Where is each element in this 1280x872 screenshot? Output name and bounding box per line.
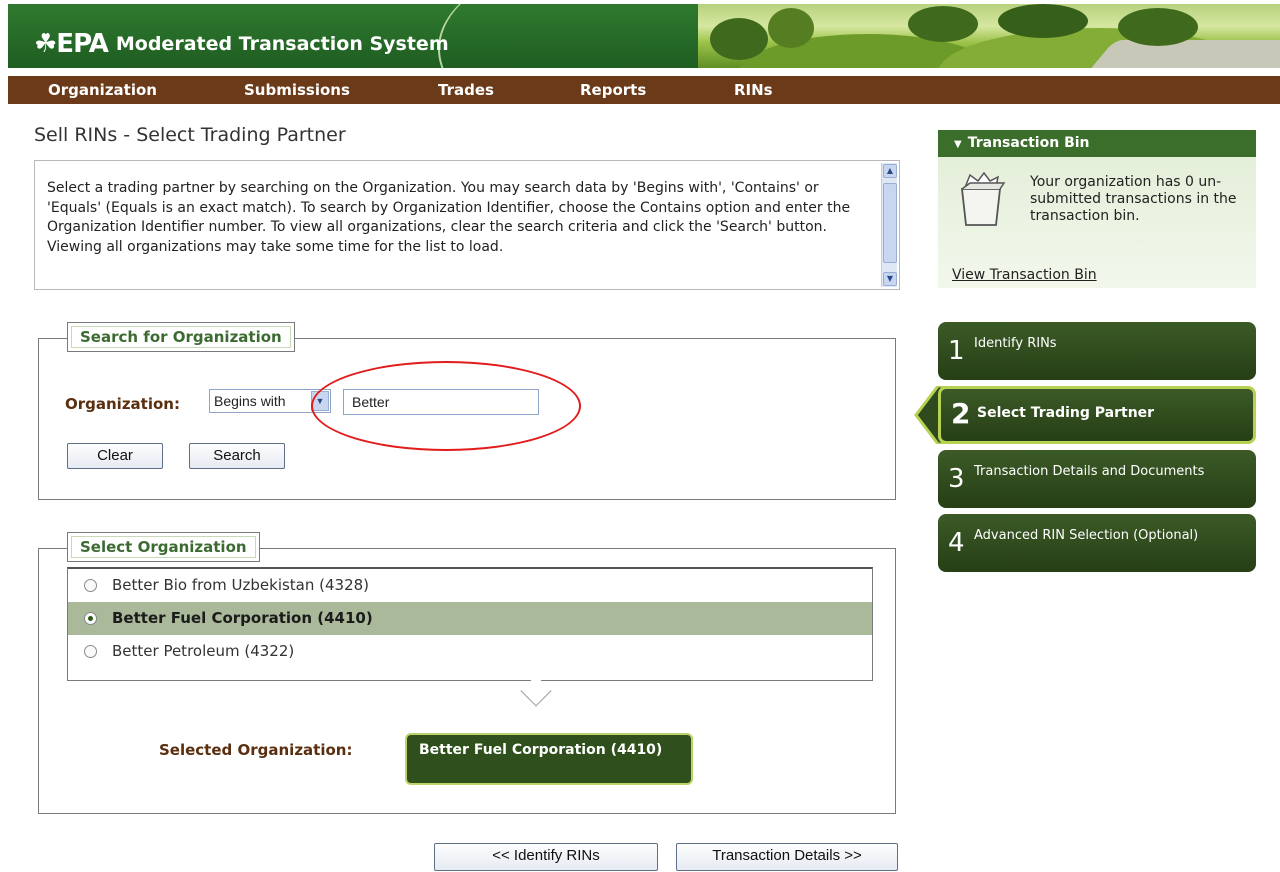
instructions-scrollbar[interactable]: ▲ ▼: [881, 163, 897, 287]
organization-label: Organization:: [65, 395, 180, 413]
bin-box-icon: [960, 171, 1006, 226]
organization-option-label: Better Bio from Uzbekistan (4328): [112, 576, 370, 594]
nav-reports[interactable]: Reports: [580, 81, 646, 99]
organization-option[interactable]: Better Petroleum (4322): [68, 635, 872, 668]
match-mode-value: Begins with: [214, 393, 286, 409]
search-organization-fieldset: Search for Organization Organization: Be…: [38, 322, 896, 500]
transaction-bin-title: Transaction Bin: [967, 135, 1090, 151]
step-label: Select Trading Partner: [977, 405, 1155, 421]
step-label: Identify RINs: [974, 336, 1057, 351]
epa-logo[interactable]: ☘EPA Moderated Transaction System: [34, 24, 449, 64]
step-select-trading-partner[interactable]: 2 Select Trading Partner: [938, 386, 1256, 444]
radio-button[interactable]: [84, 645, 97, 658]
app-title: Moderated Transaction System: [115, 33, 449, 55]
step-number: 2: [951, 397, 971, 430]
organization-list: Better Bio from Uzbekistan (4328) Better…: [67, 567, 873, 681]
step-identify-rins[interactable]: 1 Identify RINs: [938, 322, 1256, 380]
scroll-thumb[interactable]: [883, 183, 897, 263]
instructions-text: Select a trading partner by searching on…: [47, 180, 851, 255]
step-transaction-details[interactable]: 3 Transaction Details and Documents: [938, 450, 1256, 508]
transaction-bin-header[interactable]: ▼ Transaction Bin: [938, 130, 1256, 157]
select-organization-fieldset: Select Organization Better Bio from Uzbe…: [38, 532, 896, 814]
selected-organization-value: Better Fuel Corporation (4410): [405, 733, 693, 785]
scroll-down-arrow-icon[interactable]: ▼: [883, 272, 897, 286]
highlight-circle-annotation: [311, 361, 581, 451]
page-title: Sell RINs - Select Trading Partner: [34, 124, 346, 146]
radio-button-checked[interactable]: [84, 612, 97, 625]
step-advanced-rin-selection[interactable]: 4 Advanced RIN Selection (Optional): [938, 514, 1256, 572]
transaction-bin-body: Your organization has 0 un-submitted tra…: [938, 157, 1256, 288]
search-legend: Search for Organization: [67, 322, 295, 352]
step-label: Advanced RIN Selection (Optional): [974, 528, 1199, 543]
organization-option-selected[interactable]: Better Fuel Corporation (4410): [68, 602, 872, 635]
main-nav: Organization Submissions Trades Reports …: [8, 76, 1280, 104]
organization-option-label: Better Fuel Corporation (4410): [112, 609, 373, 627]
nav-submissions[interactable]: Submissions: [244, 81, 350, 99]
nav-rins[interactable]: RINs: [734, 81, 773, 99]
transaction-bin-message: Your organization has 0 un-submitted tra…: [1030, 174, 1237, 224]
organization-option[interactable]: Better Bio from Uzbekistan (4328): [68, 569, 872, 602]
organization-option-label: Better Petroleum (4322): [112, 642, 295, 660]
clear-button[interactable]: Clear: [67, 443, 163, 469]
instructions-box: Select a trading partner by searching on…: [34, 160, 900, 290]
nav-organization[interactable]: Organization: [48, 81, 157, 99]
search-button[interactable]: Search: [189, 443, 285, 469]
site-header: ☘EPA Moderated Transaction System Organi…: [8, 4, 1280, 104]
selected-organization-label: Selected Organization:: [159, 741, 353, 759]
transaction-bin-panel: ▼ Transaction Bin Your organization has 0…: [938, 130, 1256, 288]
banner-curve-decoration: [438, 4, 718, 68]
radio-button[interactable]: [84, 579, 97, 592]
select-legend: Select Organization: [67, 532, 260, 562]
step-number: 1: [948, 336, 965, 366]
step-number: 3: [948, 464, 965, 494]
step-number: 4: [948, 528, 965, 558]
view-transaction-bin-link[interactable]: View Transaction Bin: [952, 267, 1097, 283]
epa-logo-mark: ☘EPA: [34, 29, 109, 59]
collapse-triangle-icon: ▼: [954, 139, 962, 150]
identify-rins-back-button[interactable]: << Identify RINs: [434, 843, 658, 871]
step-label: Transaction Details and Documents: [974, 464, 1205, 479]
header-banner: ☘EPA Moderated Transaction System: [8, 4, 1280, 68]
nav-trades[interactable]: Trades: [438, 81, 494, 99]
scroll-up-arrow-icon[interactable]: ▲: [883, 164, 897, 178]
transaction-details-next-button[interactable]: Transaction Details >>: [676, 843, 898, 871]
landscape-image: [698, 4, 1280, 68]
